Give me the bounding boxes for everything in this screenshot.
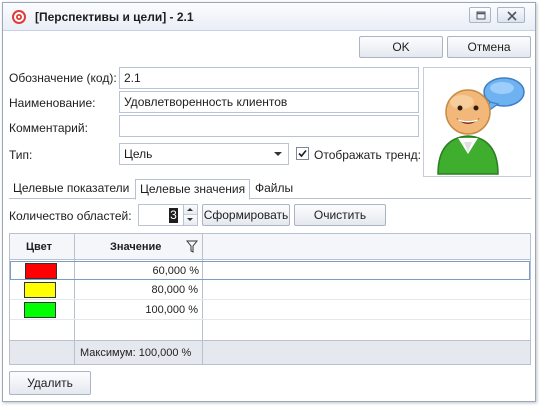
ok-button[interactable]: OK	[359, 36, 443, 58]
code-label: Обозначение (код):	[9, 71, 117, 85]
restore-icon	[476, 11, 486, 20]
show-trend-checkbox[interactable]	[296, 147, 309, 160]
areas-count-spinner[interactable]: 3	[138, 204, 198, 226]
type-select[interactable]: Цель	[119, 143, 289, 165]
name-label: Наименование:	[9, 96, 96, 110]
show-trend-label: Отображать тренд:	[314, 148, 421, 162]
grid-footer: Максимум: 100,000 %	[10, 340, 530, 365]
column-divider	[202, 341, 203, 365]
comment-field[interactable]	[119, 115, 419, 137]
grid-header: Цвет Значение	[10, 234, 530, 260]
tab-target-values[interactable]: Целевые значения	[135, 179, 251, 200]
areas-count-value: 3	[169, 208, 178, 223]
arrow-up-icon	[187, 208, 193, 211]
clear-button[interactable]: Очистить	[294, 204, 386, 226]
table-row[interactable]: 80,000 %	[10, 281, 530, 300]
value-cell: 100,000 %	[145, 304, 198, 316]
avatar-image	[423, 67, 531, 177]
close-icon	[507, 11, 517, 21]
filter-icon[interactable]	[186, 240, 198, 253]
delete-button[interactable]: Удалить	[9, 371, 91, 395]
target-icon	[12, 10, 26, 24]
generate-button[interactable]: Сформировать	[202, 204, 290, 226]
value-cell: 80,000 %	[151, 284, 198, 296]
restore-button[interactable]	[469, 7, 491, 23]
dialog-window: [Перспективы и цели] - 2.1 OK Отмена Обо…	[2, 2, 536, 402]
spinner-down-button[interactable]	[184, 215, 197, 225]
close-button[interactable]	[497, 7, 525, 23]
color-swatch	[25, 263, 57, 279]
areas-count-label: Количество областей:	[9, 209, 132, 223]
arrow-down-icon	[187, 218, 193, 221]
color-swatch	[24, 282, 56, 298]
column-divider	[74, 341, 75, 365]
tab-target-indicators[interactable]: Целевые показатели	[9, 179, 133, 199]
spinner-buttons	[183, 205, 197, 225]
type-select-value: Цель	[124, 147, 153, 161]
column-header-color[interactable]: Цвет	[26, 241, 52, 253]
title-bar: [Перспективы и цели] - 2.1	[3, 3, 535, 31]
window-title: [Перспективы и цели] - 2.1	[35, 10, 194, 24]
tab-strip: Целевые показатели Целевые значения Файл…	[9, 179, 531, 200]
value-cell: 60,000 %	[152, 265, 199, 277]
cancel-button[interactable]: Отмена	[447, 36, 531, 58]
code-field[interactable]: 2.1	[119, 67, 419, 89]
user-speech-bubble-icon	[437, 77, 525, 175]
color-swatch	[24, 302, 56, 318]
spinner-up-button[interactable]	[184, 205, 197, 215]
type-label: Тип:	[9, 148, 33, 162]
table-row[interactable]: 60,000 %	[10, 261, 530, 280]
chevron-down-icon	[274, 152, 282, 156]
bottom-bar: Удалить	[3, 365, 535, 401]
table-row[interactable]: 100,000 %	[10, 301, 530, 320]
column-header-value[interactable]: Значение	[110, 241, 161, 253]
comment-label: Комментарий:	[9, 121, 88, 135]
tab-files[interactable]: Файлы	[251, 179, 297, 199]
target-values-grid: Цвет Значение 60,000 % 80,000 % 100,000 …	[9, 233, 531, 365]
name-field[interactable]: Удовлетворенность клиентов	[119, 91, 419, 113]
max-summary: Максимум: 100,000 %	[80, 347, 192, 359]
checkmark-icon	[298, 149, 307, 158]
